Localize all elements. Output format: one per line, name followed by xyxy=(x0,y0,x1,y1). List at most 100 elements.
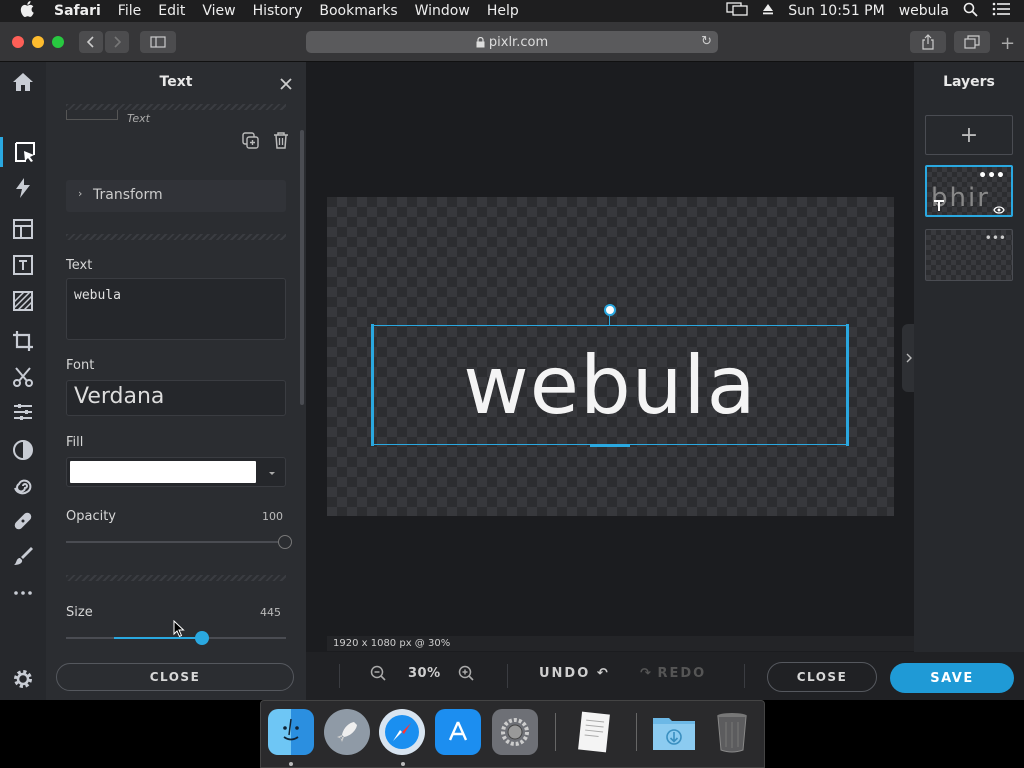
layer-options-icon[interactable]: ••• xyxy=(985,231,1006,245)
settings-gear-icon[interactable] xyxy=(0,664,46,694)
layers-panel: Layers + bhir ••• ••• xyxy=(914,62,1024,652)
undo-icon: ↶ xyxy=(596,666,608,681)
tabs-icon xyxy=(964,35,980,49)
menu-history[interactable]: History xyxy=(253,3,303,19)
close-button[interactable]: CLOSE xyxy=(767,662,877,692)
launchpad-icon[interactable] xyxy=(324,709,370,755)
downloads-folder-icon[interactable] xyxy=(651,709,697,755)
share-button[interactable] xyxy=(910,31,946,53)
visibility-eye-icon[interactable] xyxy=(993,200,1005,215)
display-mirroring-icon[interactable] xyxy=(726,2,748,20)
finder-icon[interactable] xyxy=(268,709,314,755)
eject-icon[interactable] xyxy=(762,3,774,19)
layer-item-background[interactable]: ••• xyxy=(925,229,1013,281)
url-text: pixlr.com xyxy=(488,34,549,50)
reload-icon[interactable]: ↻ xyxy=(701,34,712,49)
quick-fix-icon[interactable] xyxy=(0,173,46,203)
transform-section[interactable]: › Transform xyxy=(66,180,286,212)
safari-running-dot xyxy=(401,762,405,766)
back-button[interactable] xyxy=(79,31,103,53)
retouch-tool-icon[interactable] xyxy=(0,506,46,536)
menu-edit[interactable]: Edit xyxy=(158,3,185,19)
textedit-icon[interactable] xyxy=(571,709,617,755)
home-icon[interactable] xyxy=(0,67,46,97)
arrange-tool-icon[interactable] xyxy=(0,137,46,167)
opacity-slider-knob[interactable] xyxy=(278,535,292,549)
add-layer-button[interactable]: + xyxy=(925,115,1013,155)
menu-bookmarks[interactable]: Bookmarks xyxy=(319,3,397,19)
delete-layer-icon[interactable] xyxy=(273,131,289,153)
save-button[interactable]: SAVE xyxy=(890,663,1014,693)
app-store-icon[interactable] xyxy=(435,709,481,755)
forward-button[interactable] xyxy=(105,31,129,53)
zoom-out-icon[interactable] xyxy=(370,665,386,685)
menu-bar: Safari File Edit View History Bookmarks … xyxy=(0,0,1024,22)
menu-view[interactable]: View xyxy=(202,3,235,19)
layer-options-icon[interactable]: ••• xyxy=(978,168,1005,184)
menubar-user[interactable]: webula xyxy=(899,3,949,19)
size-slider-knob[interactable] xyxy=(195,631,210,645)
notification-center-icon[interactable] xyxy=(992,2,1010,20)
apple-menu-icon[interactable] xyxy=(20,1,38,21)
font-selector[interactable]: Verdana xyxy=(66,380,286,416)
plus-icon: + xyxy=(959,122,979,148)
cutout-tool-icon[interactable] xyxy=(0,362,46,392)
text-label: Text xyxy=(66,258,93,273)
menu-file[interactable]: File xyxy=(118,3,141,19)
dock-area xyxy=(0,700,1024,768)
liquify-tool-icon[interactable] xyxy=(0,471,46,501)
text-input[interactable]: webula xyxy=(66,278,286,340)
chevron-down-icon[interactable] xyxy=(267,463,277,482)
address-bar[interactable]: pixlr.com ↻ xyxy=(306,31,718,53)
pattern-tool-icon[interactable] xyxy=(0,286,46,316)
draw-tool-icon[interactable] xyxy=(0,541,46,571)
panel-close-button[interactable]: CLOSE xyxy=(56,663,294,691)
menubar-clock[interactable]: Sun 10:51 PM xyxy=(788,3,884,19)
zoom-level[interactable]: 30% xyxy=(408,666,441,681)
menu-help[interactable]: Help xyxy=(487,3,519,19)
new-tab-icon[interactable]: + xyxy=(1000,33,1015,54)
crop-tool-icon[interactable] xyxy=(0,326,46,356)
rotate-handle[interactable] xyxy=(604,304,616,316)
opacity-slider-track[interactable] xyxy=(66,535,292,549)
canvas-text-layer[interactable]: webula xyxy=(373,326,847,444)
more-tools-icon[interactable] xyxy=(0,578,46,608)
window-minimize-button[interactable] xyxy=(32,36,44,48)
adjustments-tool-icon[interactable] xyxy=(0,397,46,427)
layout-tool-icon[interactable] xyxy=(0,214,46,244)
fill-label: Fill xyxy=(66,435,84,450)
finder-running-dot xyxy=(289,762,293,766)
fill-color-picker[interactable] xyxy=(66,457,286,487)
panel-close-icon[interactable] xyxy=(280,71,292,95)
window-zoom-button[interactable] xyxy=(52,36,64,48)
redo-label: REDO xyxy=(657,666,707,681)
text-tool-icon[interactable] xyxy=(0,250,46,280)
duplicate-layer-icon[interactable] xyxy=(242,132,260,154)
menu-app-name[interactable]: Safari xyxy=(54,3,101,19)
zoom-in-icon[interactable] xyxy=(458,665,474,685)
redo-button[interactable]: ↷ REDO xyxy=(640,666,706,681)
size-slider-fill xyxy=(114,637,203,639)
text-layer-type-icon xyxy=(932,198,946,215)
text-input-value: webula xyxy=(74,288,121,303)
sidebar-toggle-button[interactable] xyxy=(140,31,176,53)
undo-button[interactable]: UNDO ↶ xyxy=(539,666,608,681)
rotate-handle-line xyxy=(609,316,610,325)
menu-window[interactable]: Window xyxy=(415,3,470,19)
share-icon xyxy=(922,34,934,50)
opacity-value: 100 xyxy=(262,510,283,523)
resize-handle-bottom[interactable] xyxy=(590,445,630,447)
system-preferences-icon[interactable] xyxy=(492,709,538,755)
layer-item-text[interactable]: bhir ••• xyxy=(925,165,1013,217)
text-layer-selection[interactable]: webula xyxy=(371,324,849,446)
filter-tool-icon[interactable] xyxy=(0,435,46,465)
window-close-button[interactable] xyxy=(12,36,24,48)
spotlight-search-icon[interactable] xyxy=(963,2,978,21)
fill-color-swatch[interactable] xyxy=(70,461,256,483)
trash-icon[interactable] xyxy=(709,709,755,755)
panel-title: Text xyxy=(159,74,193,90)
tabs-overview-button[interactable] xyxy=(954,31,990,53)
safari-icon[interactable] xyxy=(379,709,425,755)
panel-scrollbar[interactable] xyxy=(300,130,304,405)
opacity-label: Opacity xyxy=(66,509,117,524)
